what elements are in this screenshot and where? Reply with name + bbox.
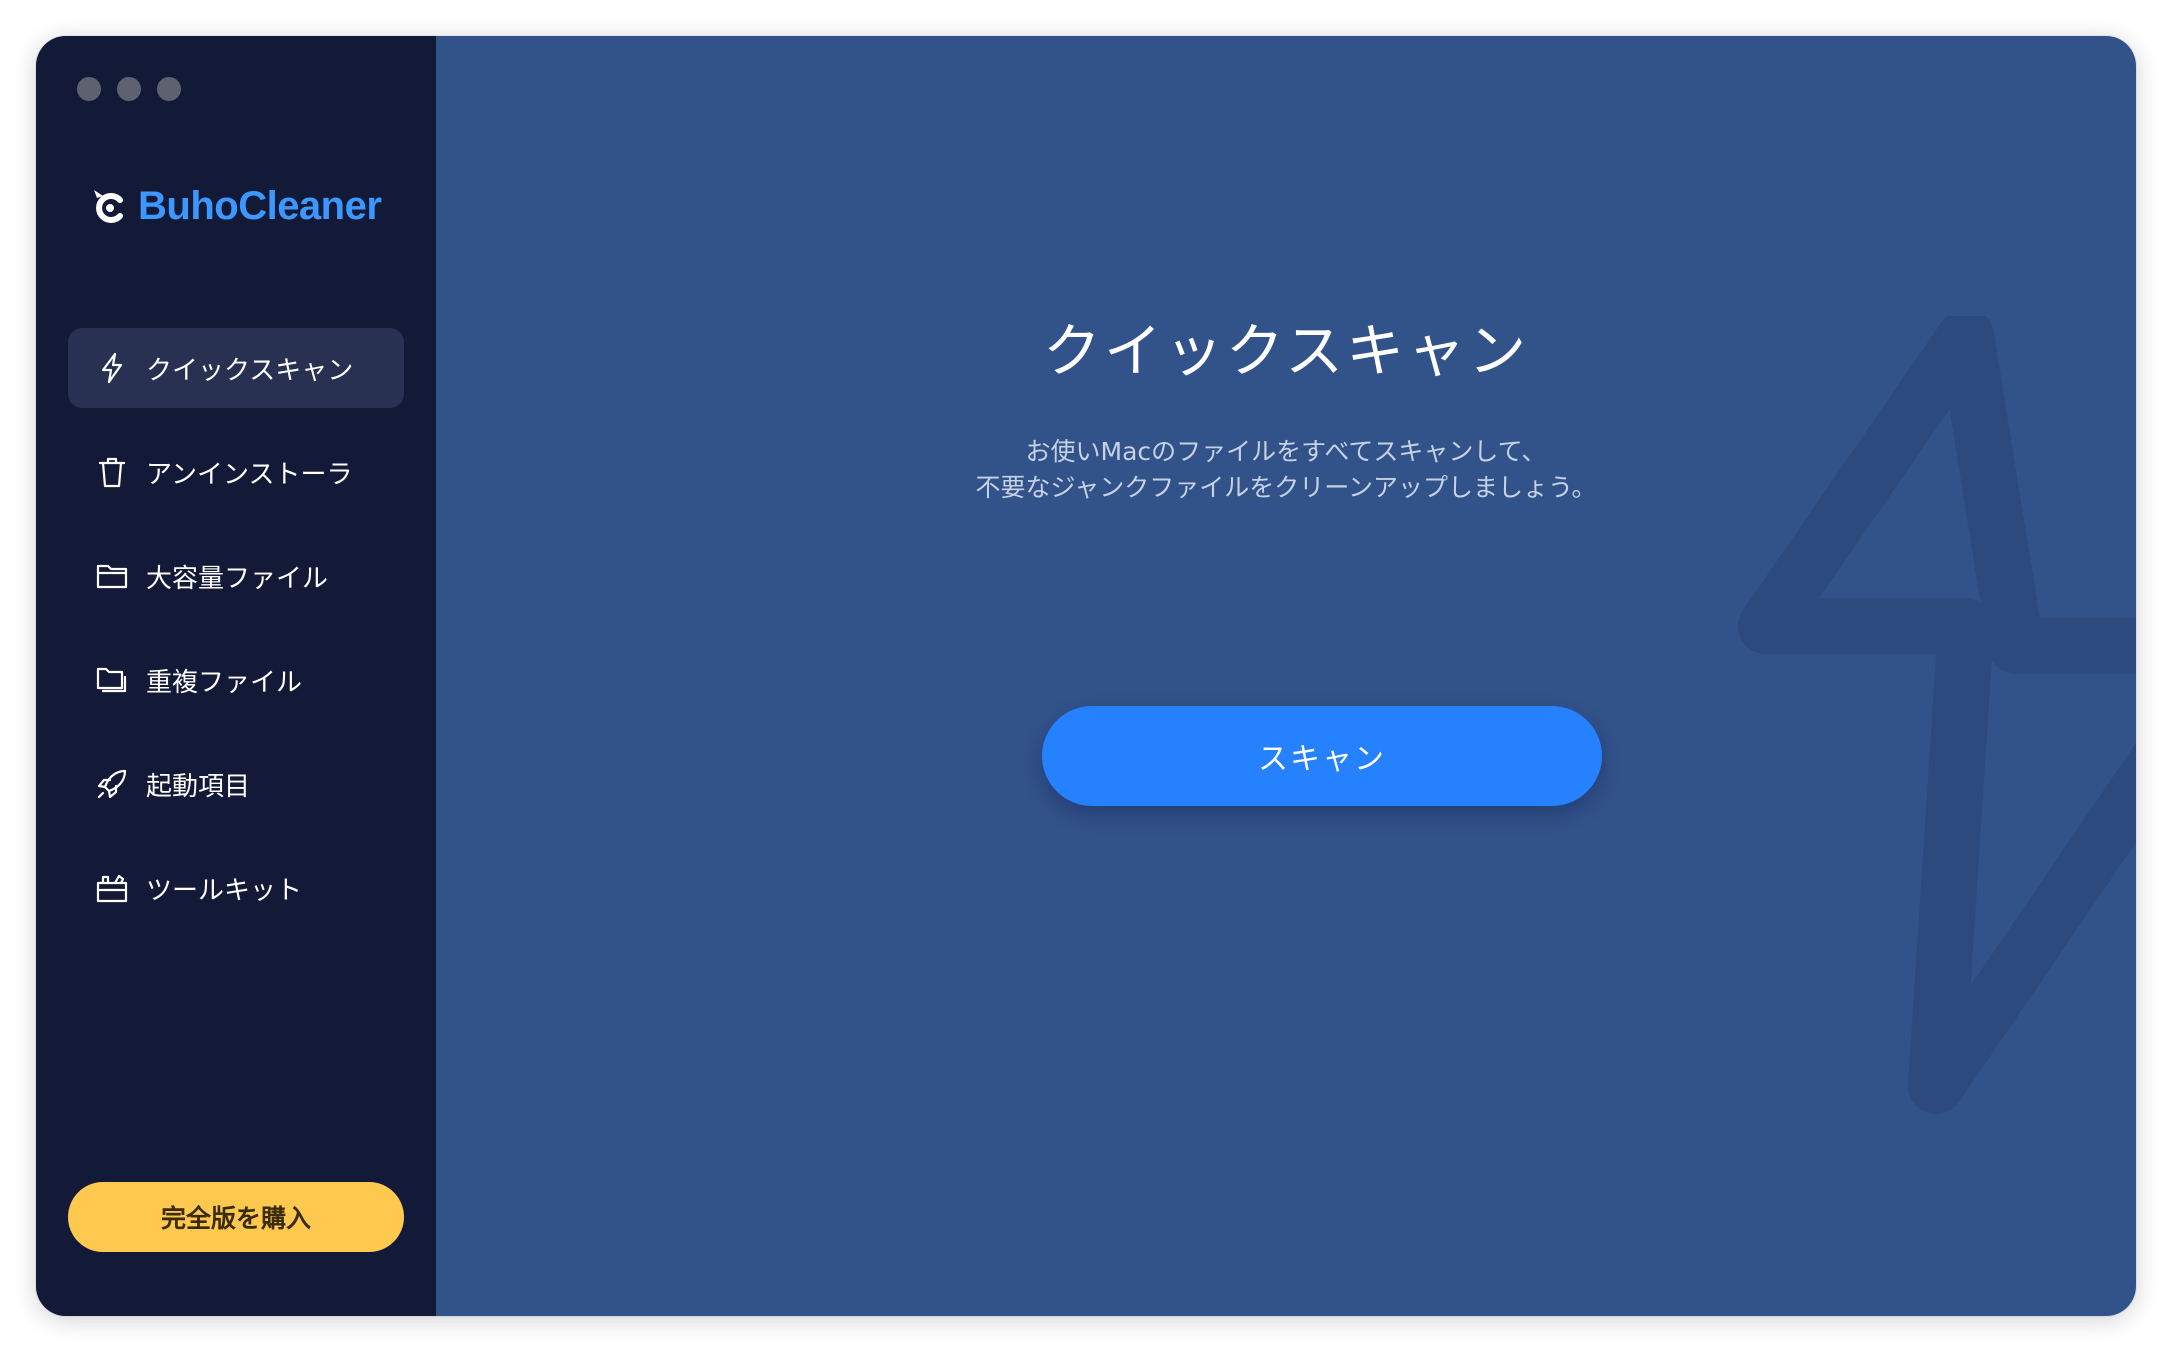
scan-button[interactable]: スキャン <box>1042 706 1602 806</box>
page-description: お使いMacのファイルをすべてスキャンして、 不要なジャンクファイルをクリーンア… <box>436 434 2136 506</box>
trash-icon <box>94 454 130 490</box>
main-panel: クイックスキャン お使いMacのファイルをすべてスキャンして、 不要なジャンクフ… <box>436 36 2136 1316</box>
lightning-icon <box>94 350 130 386</box>
buy-full-version-button[interactable]: 完全版を購入 <box>68 1182 404 1252</box>
sidebar-nav: クイックスキャン アンインストーラ 大容量ファイル 重複ファイル 起動項目 ツー… <box>68 328 404 952</box>
toolbox-icon <box>94 870 130 906</box>
app-brand: BuhoCleaner <box>90 176 382 236</box>
sidebar-item-label: クイックスキャン <box>146 355 354 386</box>
owl-logo-icon <box>94 190 123 223</box>
sidebar-item-quick-scan[interactable]: クイックスキャン <box>68 328 404 408</box>
folder-icon <box>94 558 130 594</box>
sidebar-item-startup[interactable]: 起動項目 <box>68 744 404 824</box>
window-controls <box>77 77 181 101</box>
sidebar-item-label: 大容量ファイル <box>146 563 329 594</box>
page-title: クイックスキャン <box>1042 317 1530 385</box>
description-line: お使いMacのファイルをすべてスキャンして、 <box>1025 437 1547 466</box>
description-line: 不要なジャンクファイルをクリーンアップしましょう。 <box>975 473 1597 502</box>
app-window: BuhoCleaner クイックスキャン アンインストーラ 大容量ファイル 重複… <box>36 36 2136 1316</box>
sidebar-item-large-files[interactable]: 大容量ファイル <box>68 536 404 616</box>
sidebar: BuhoCleaner クイックスキャン アンインストーラ 大容量ファイル 重複… <box>36 36 436 1316</box>
sidebar-item-label: アンインストーラ <box>146 459 353 490</box>
sidebar-item-duplicates[interactable]: 重複ファイル <box>68 640 404 720</box>
sidebar-item-uninstaller[interactable]: アンインストーラ <box>68 432 404 512</box>
zoom-window-button[interactable] <box>157 77 181 101</box>
duplicate-folder-icon <box>94 662 130 698</box>
close-window-button[interactable] <box>77 77 101 101</box>
app-name: BuhoCleaner <box>138 183 382 228</box>
sidebar-item-label: ツールキット <box>146 875 303 906</box>
sidebar-item-label: 重複ファイル <box>146 667 303 698</box>
sidebar-item-label: 起動項目 <box>146 771 251 802</box>
rocket-icon <box>94 766 130 802</box>
minimize-window-button[interactable] <box>117 77 141 101</box>
sidebar-item-toolkit[interactable]: ツールキット <box>68 848 404 928</box>
